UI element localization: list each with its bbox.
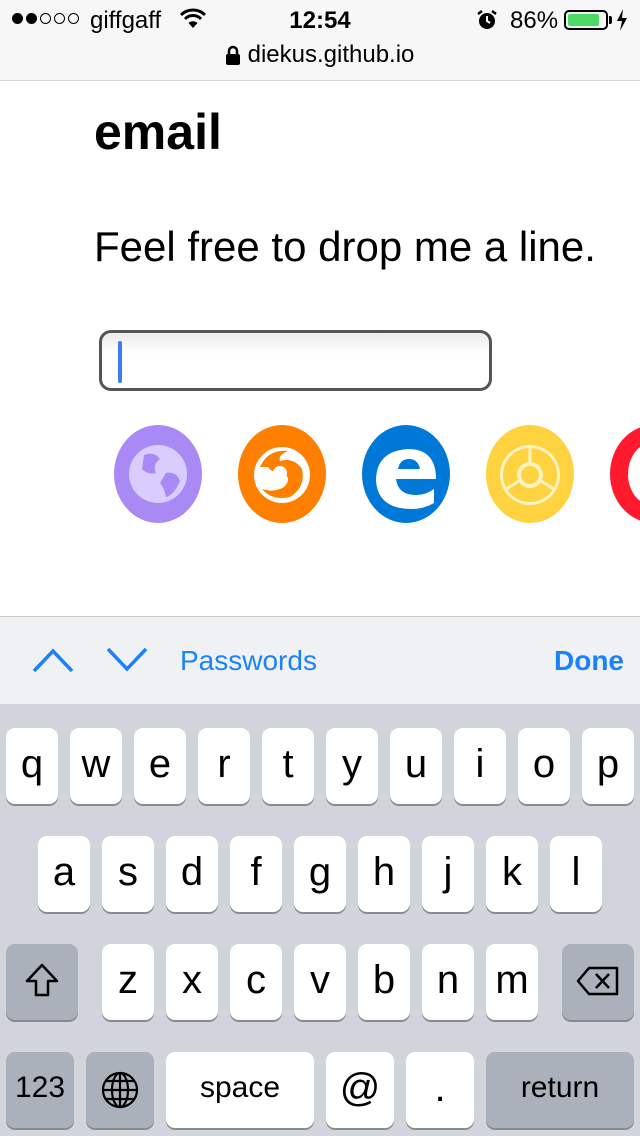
key-y[interactable]: y bbox=[326, 728, 378, 804]
top-bar: giffgaff 12:54 86% diekus.github.io bbox=[0, 0, 640, 81]
key-d[interactable]: d bbox=[166, 836, 218, 912]
lock-icon bbox=[225, 43, 240, 73]
return-key[interactable]: return bbox=[486, 1052, 634, 1128]
key-c[interactable]: c bbox=[230, 944, 282, 1020]
key-h[interactable]: h bbox=[358, 836, 410, 912]
opera-icon[interactable] bbox=[610, 425, 640, 523]
next-field-chevron-down-icon[interactable] bbox=[106, 643, 148, 682]
key-l[interactable]: l bbox=[550, 836, 602, 912]
globe-browser-icon[interactable] bbox=[114, 425, 202, 523]
key-z[interactable]: z bbox=[102, 944, 154, 1020]
key-w[interactable]: w bbox=[70, 728, 122, 804]
key-o[interactable]: o bbox=[518, 728, 570, 804]
key-v[interactable]: v bbox=[294, 944, 346, 1020]
url-text: diekus.github.io bbox=[247, 41, 415, 68]
key-p[interactable]: p bbox=[582, 728, 634, 804]
key-b[interactable]: b bbox=[358, 944, 410, 1020]
globe-icon bbox=[100, 1071, 140, 1119]
key-k[interactable]: k bbox=[486, 836, 538, 912]
key-s[interactable]: s bbox=[102, 836, 154, 912]
shift-key[interactable] bbox=[6, 944, 78, 1020]
key-j[interactable]: j bbox=[422, 836, 474, 912]
battery-fill bbox=[568, 14, 599, 26]
key-i[interactable]: i bbox=[454, 728, 506, 804]
edge-icon[interactable] bbox=[362, 425, 450, 523]
backspace-icon bbox=[576, 961, 620, 1005]
key-u[interactable]: u bbox=[390, 728, 442, 804]
key-m[interactable]: m bbox=[486, 944, 538, 1020]
text-caret bbox=[118, 341, 122, 383]
key-e[interactable]: e bbox=[134, 728, 186, 804]
email-input[interactable] bbox=[99, 330, 492, 391]
status-bar: giffgaff 12:54 86% bbox=[0, 0, 640, 40]
backspace-key[interactable] bbox=[562, 944, 634, 1020]
page-content: email Feel free to drop me a line. bbox=[0, 81, 640, 616]
address-bar[interactable]: diekus.github.io bbox=[0, 40, 640, 74]
keyboard: q w e r t y u i o p a s d f g h j k l z … bbox=[0, 704, 640, 1136]
key-x[interactable]: x bbox=[166, 944, 218, 1020]
globe-key[interactable] bbox=[86, 1052, 154, 1128]
at-key[interactable]: @ bbox=[326, 1052, 394, 1128]
page-title: email bbox=[94, 104, 222, 160]
battery-percent: 86% bbox=[510, 7, 559, 34]
shift-icon bbox=[24, 963, 60, 1007]
charging-icon bbox=[616, 9, 628, 38]
chrome-icon[interactable] bbox=[486, 425, 574, 523]
key-t[interactable]: t bbox=[262, 728, 314, 804]
key-n[interactable]: n bbox=[422, 944, 474, 1020]
battery-cap bbox=[609, 16, 612, 24]
key-a[interactable]: a bbox=[38, 836, 90, 912]
firefox-icon[interactable] bbox=[238, 425, 326, 523]
page-description: Feel free to drop me a line. bbox=[94, 223, 596, 270]
key-g[interactable]: g bbox=[294, 836, 346, 912]
browser-icon-row bbox=[114, 425, 640, 525]
key-f[interactable]: f bbox=[230, 836, 282, 912]
done-button[interactable]: Done bbox=[554, 645, 624, 677]
keyboard-accessory-bar: Passwords Done bbox=[0, 616, 640, 705]
key-r[interactable]: r bbox=[198, 728, 250, 804]
space-key[interactable]: space bbox=[166, 1052, 314, 1128]
period-key[interactable]: . bbox=[406, 1052, 474, 1128]
passwords-button[interactable]: Passwords bbox=[180, 645, 317, 677]
battery-icon bbox=[564, 10, 608, 30]
numbers-key[interactable]: 123 bbox=[6, 1052, 74, 1128]
key-q[interactable]: q bbox=[6, 728, 58, 804]
previous-field-chevron-up-icon[interactable] bbox=[32, 643, 74, 682]
alarm-icon bbox=[476, 9, 498, 38]
